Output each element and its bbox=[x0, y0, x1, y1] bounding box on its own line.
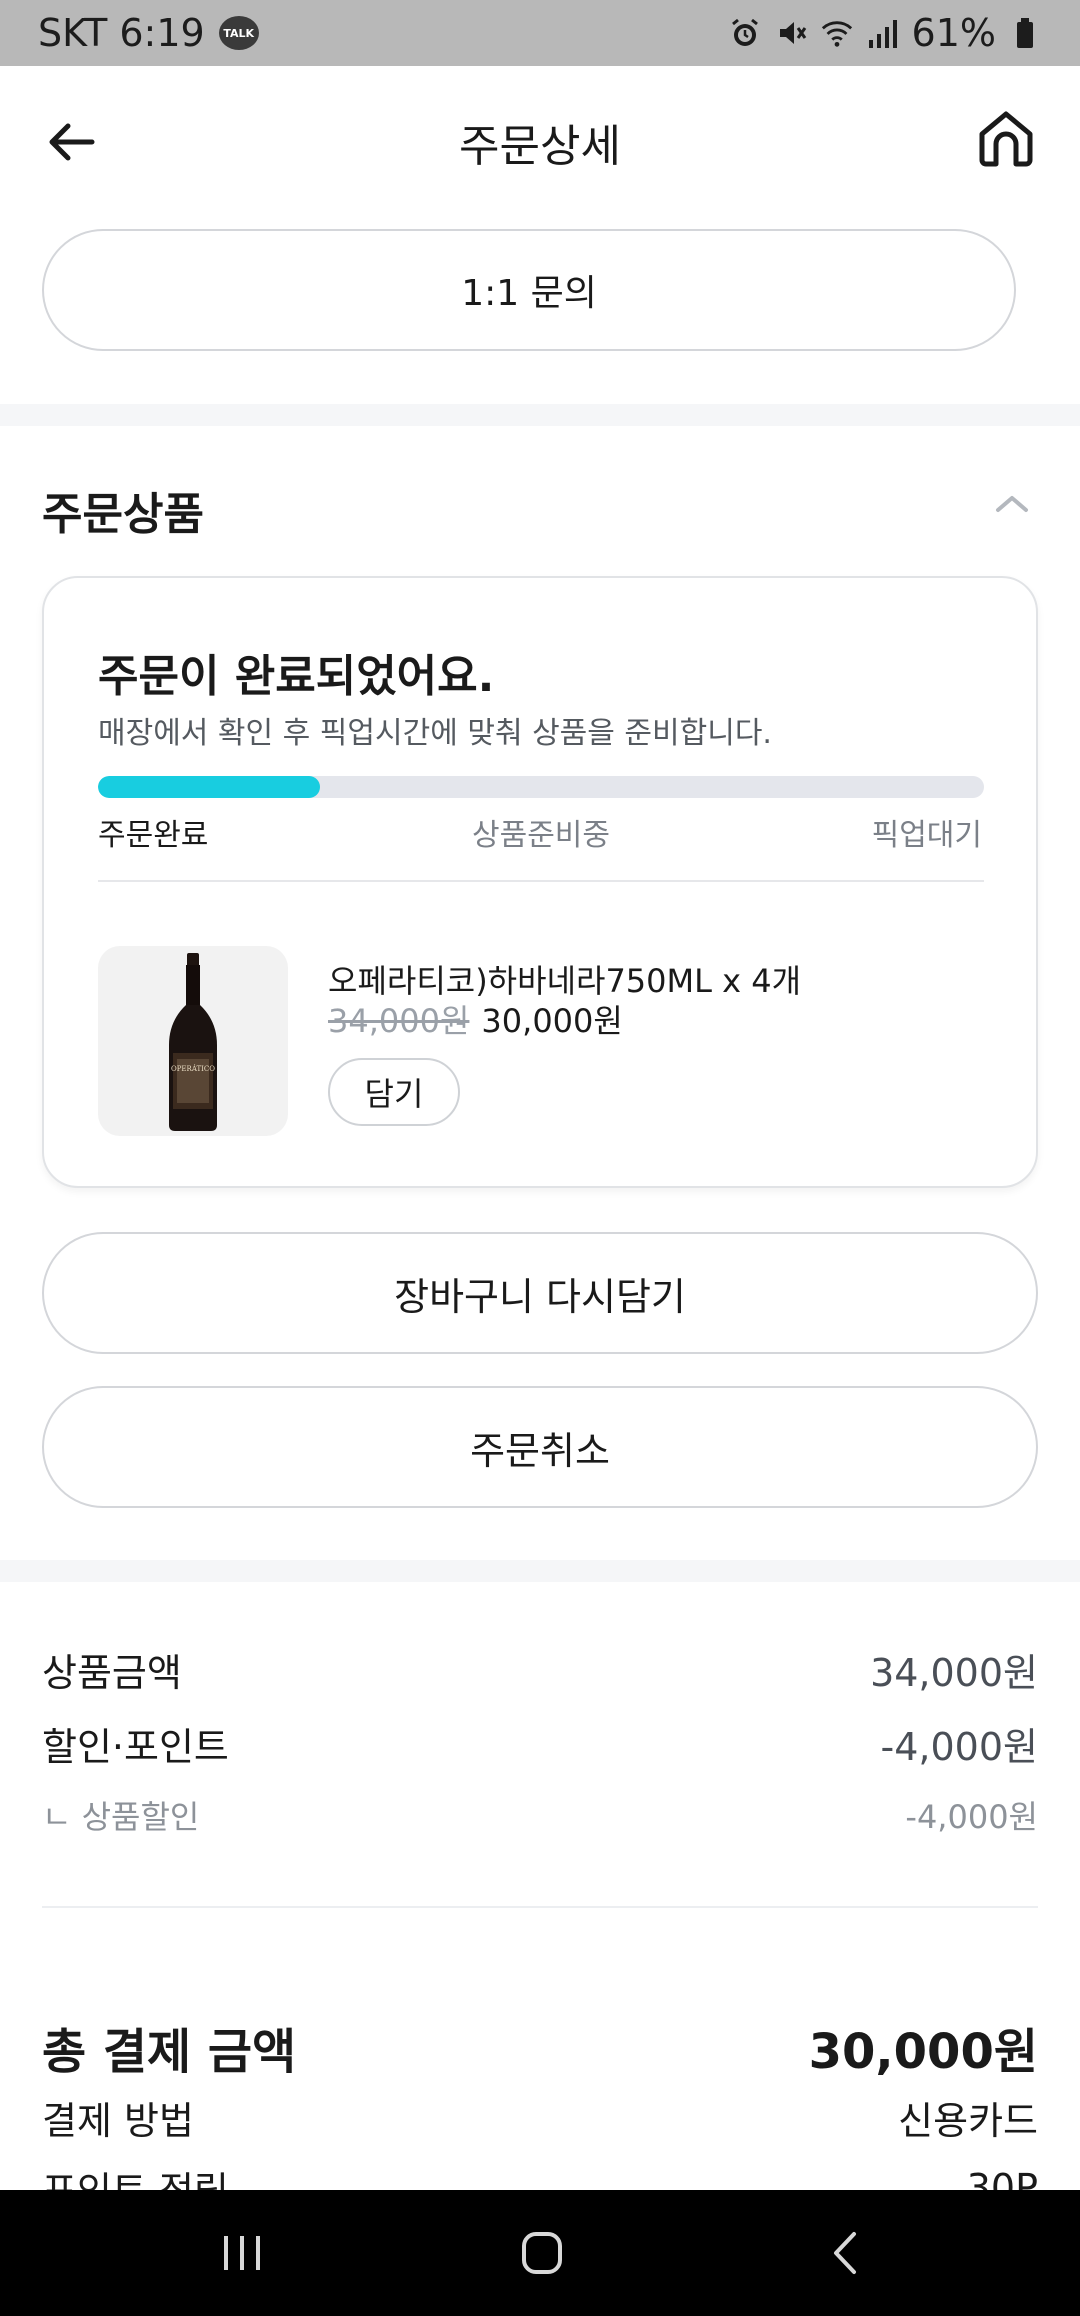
card-divider bbox=[98, 880, 984, 882]
product-amount-label: 상품금액 bbox=[42, 1651, 182, 1695]
recart-button[interactable]: 장바구니 다시담기 bbox=[42, 1232, 1038, 1354]
payment-divider bbox=[42, 1906, 1038, 1908]
add-to-cart-button[interactable]: 담기 bbox=[328, 1058, 460, 1126]
recent-apps-icon[interactable] bbox=[212, 2228, 272, 2278]
status-right: 61% bbox=[728, 11, 1042, 55]
cancel-order-button[interactable]: 주문취소 bbox=[42, 1386, 1038, 1508]
alarm-icon bbox=[728, 16, 762, 50]
sale-price: 30,000원 bbox=[481, 1002, 623, 1040]
home-icon[interactable] bbox=[974, 106, 1038, 170]
payment-method-label: 결제 방법 bbox=[42, 2099, 194, 2143]
signal-icon bbox=[866, 16, 900, 50]
step-order-complete: 주문완료 bbox=[98, 818, 209, 853]
product-image[interactable]: OPERÁTICO bbox=[98, 946, 288, 1136]
back-button-icon[interactable] bbox=[816, 2228, 876, 2278]
status-bar: SKT 6:19 TALK 61% bbox=[0, 0, 1080, 66]
home-button-icon[interactable] bbox=[512, 2228, 572, 2278]
step-pickup-waiting: 픽업대기 bbox=[871, 818, 982, 853]
discount-label: 할인·포인트 bbox=[42, 1725, 229, 1769]
product-amount-row: 상품금액 34,000원 bbox=[42, 1642, 1038, 1697]
order-card: 주문이 완료되었어요. 매장에서 확인 후 픽업시간에 맞춰 상품을 준비합니다… bbox=[42, 576, 1038, 1188]
system-nav-bar bbox=[0, 2190, 1080, 2316]
total-value: 30,000원 bbox=[808, 2024, 1038, 2080]
back-arrow-icon[interactable] bbox=[44, 112, 104, 172]
product-discount-label: ㄴ 상품할인 bbox=[42, 1798, 200, 1836]
product-price-row: 34,000원 30,000원 bbox=[328, 996, 623, 1042]
section-title: 주문상품 bbox=[42, 489, 204, 540]
kakaotalk-icon: TALK bbox=[218, 16, 259, 50]
original-price: 34,000원 bbox=[328, 1002, 470, 1040]
status-left: SKT 6:19 TALK bbox=[38, 11, 259, 55]
bottle-label: OPERÁTICO bbox=[171, 1064, 215, 1073]
page-title: 주문상세 bbox=[459, 121, 621, 172]
carrier-time: SKT 6:19 bbox=[38, 11, 205, 55]
inquiry-button[interactable]: 1:1 문의 bbox=[42, 229, 1016, 351]
product-discount-value: -4,000원 bbox=[905, 1798, 1038, 1836]
product-amount-value: 34,000원 bbox=[870, 1651, 1038, 1695]
total-row: 총 결제 금액 30,000원 bbox=[42, 2012, 1038, 2082]
order-subline: 매장에서 확인 후 픽업시간에 맞춰 상품을 준비합니다. bbox=[98, 716, 772, 751]
wifi-icon bbox=[820, 16, 854, 50]
total-label: 총 결제 금액 bbox=[42, 2024, 297, 2080]
step-preparing: 상품준비중 bbox=[472, 818, 610, 853]
wine-bottle-icon: OPERÁTICO bbox=[169, 953, 217, 1131]
payment-method-row: 결제 방법 신용카드 bbox=[42, 2090, 1038, 2145]
section-divider bbox=[0, 1560, 1080, 1582]
order-progress-bar bbox=[98, 776, 984, 798]
order-progress-fill bbox=[98, 776, 320, 798]
battery-icon bbox=[1008, 16, 1042, 50]
payment-method-value: 신용카드 bbox=[898, 2099, 1038, 2143]
chevron-up-icon[interactable] bbox=[992, 488, 1032, 518]
mute-icon bbox=[774, 16, 808, 50]
order-headline: 주문이 완료되었어요. bbox=[98, 651, 495, 702]
app-bar: 주문상세 bbox=[0, 66, 1080, 218]
product-discount-row: ㄴ 상품할인 -4,000원 bbox=[42, 1792, 1038, 1838]
battery-percent: 61% bbox=[911, 11, 996, 55]
discount-value: -4,000원 bbox=[880, 1725, 1038, 1769]
discount-row: 할인·포인트 -4,000원 bbox=[42, 1716, 1038, 1771]
section-divider bbox=[0, 404, 1080, 426]
